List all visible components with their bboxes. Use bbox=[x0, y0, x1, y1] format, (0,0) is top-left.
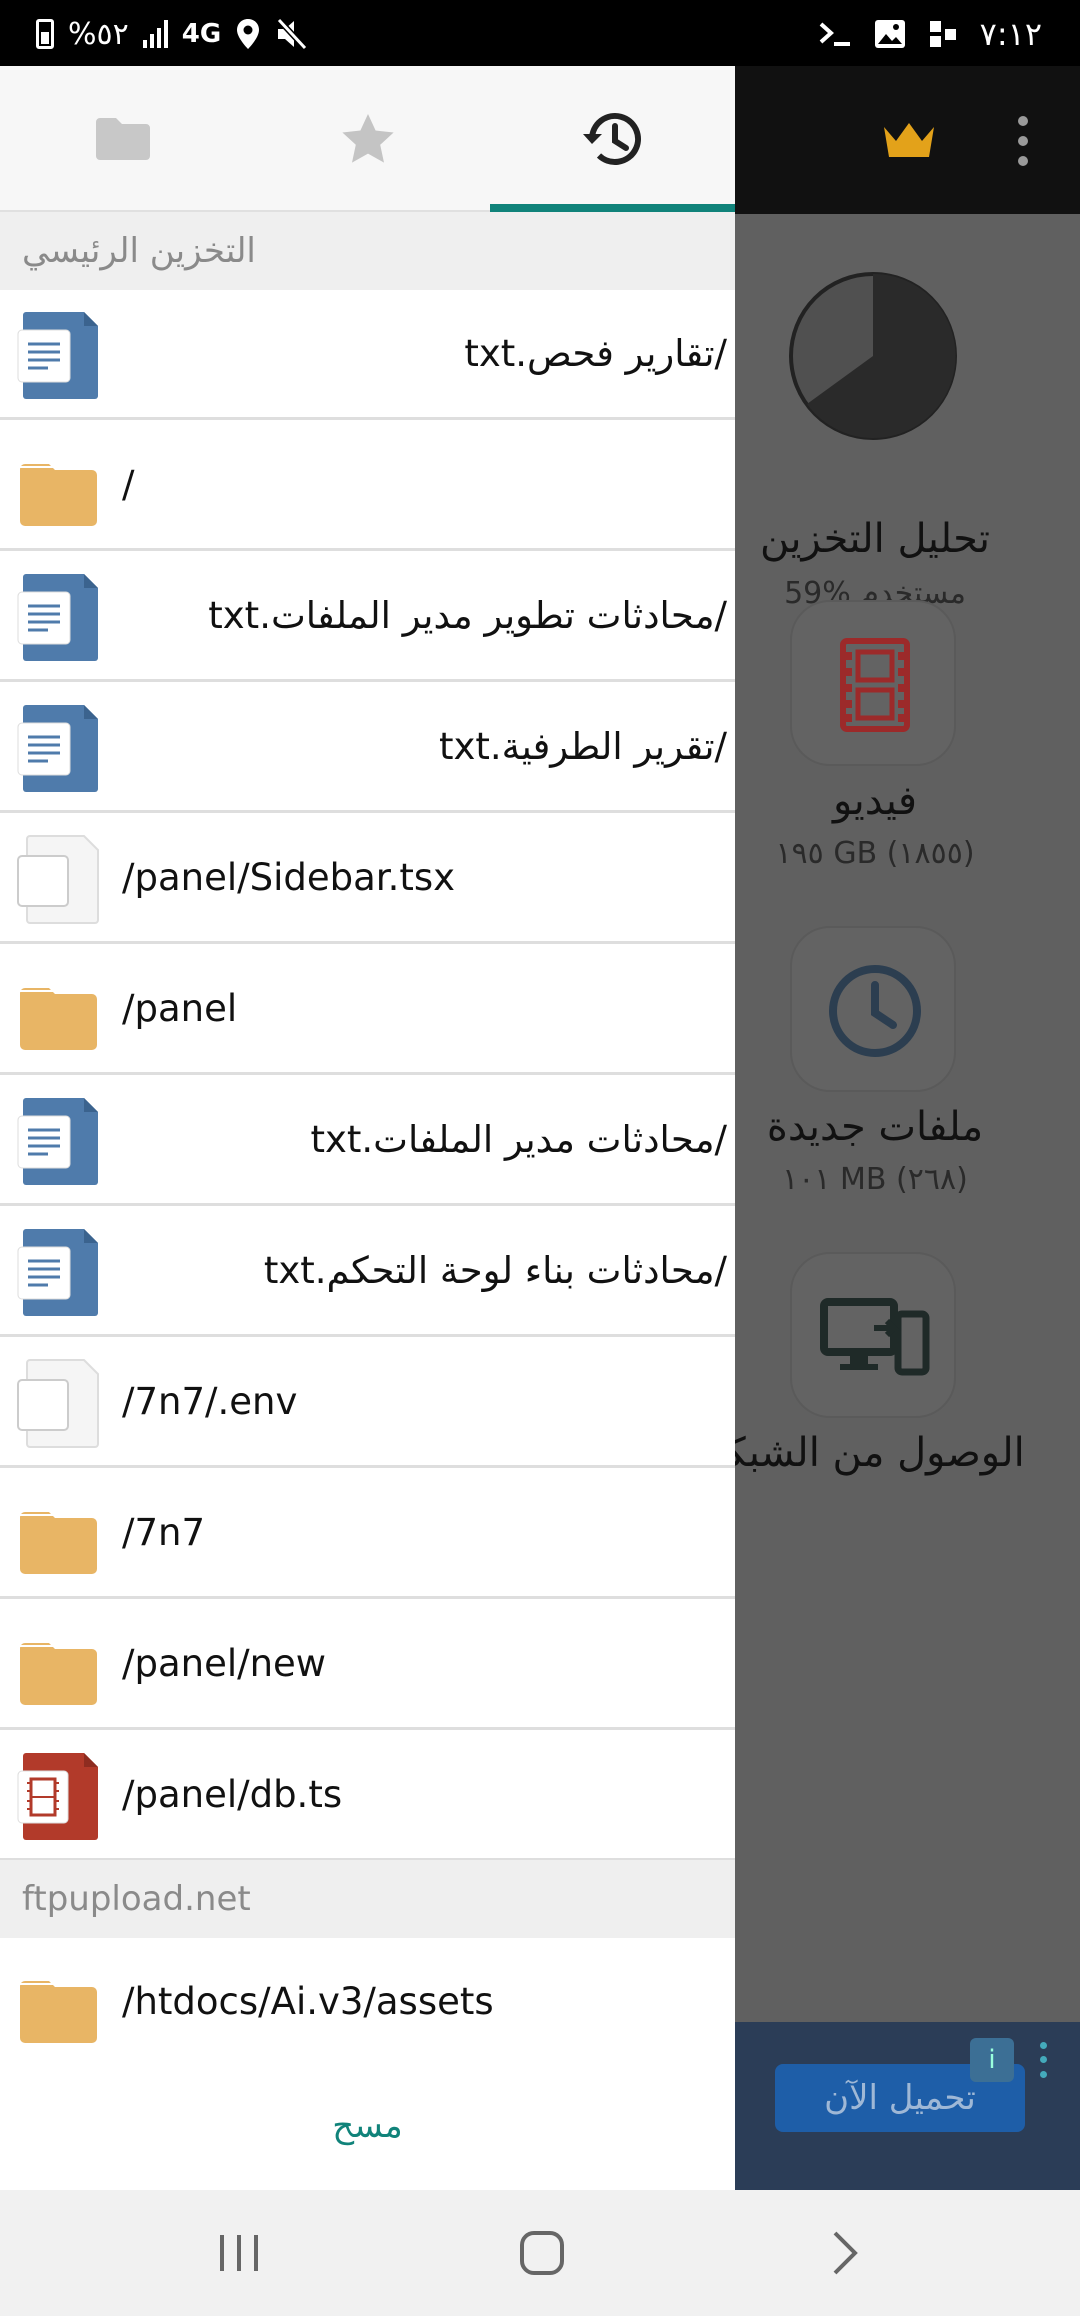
network-tile-box bbox=[790, 1252, 956, 1418]
tab-folders[interactable] bbox=[0, 66, 245, 212]
network-type: 4G bbox=[181, 19, 222, 49]
text-file-icon bbox=[16, 572, 100, 662]
item-path: /محادثات تطوير مدير الملفات.txt bbox=[208, 594, 727, 637]
clock-icon bbox=[829, 965, 921, 1057]
folder-icon bbox=[16, 441, 100, 531]
tile-subtitle: ١٩٥ GB (١٨٥٥) bbox=[775, 836, 975, 871]
list-item[interactable]: / bbox=[0, 421, 735, 551]
main-toolbar bbox=[735, 66, 1080, 214]
history-icon bbox=[582, 112, 641, 165]
text-file-icon bbox=[16, 1096, 100, 1186]
list-item[interactable]: /محادثات تطوير مدير الملفات.txt bbox=[0, 552, 735, 682]
tile-title: تحليل التخزين bbox=[759, 516, 991, 562]
section-header-main-storage: التخزين الرئيسي bbox=[0, 212, 735, 290]
list-item[interactable]: /panel/new bbox=[0, 1600, 735, 1730]
tile-title: ملفات جديدة bbox=[766, 1104, 984, 1150]
item-path: /محادثات بناء لوحة التحكم.txt bbox=[263, 1249, 727, 1292]
item-path: /panel bbox=[122, 987, 238, 1030]
tile-title: فيديو bbox=[833, 778, 917, 824]
text-file-icon bbox=[16, 310, 100, 400]
tile-title: الوصول من الشبكة bbox=[735, 1430, 1025, 1476]
video-tile-box bbox=[790, 600, 956, 766]
pie-chart-icon bbox=[789, 272, 957, 440]
crown-icon[interactable] bbox=[882, 119, 936, 159]
ad-banner[interactable]: تحميل الآن i bbox=[735, 2022, 1080, 2190]
folder-icon bbox=[16, 1620, 100, 1710]
folder-icon bbox=[16, 1958, 100, 2048]
mute-icon bbox=[276, 18, 308, 50]
text-file-icon bbox=[16, 1227, 100, 1317]
item-path: / bbox=[122, 463, 135, 506]
home-icon[interactable] bbox=[507, 2220, 577, 2286]
location-icon bbox=[237, 19, 260, 49]
ad-more-icon[interactable] bbox=[1027, 2038, 1059, 2082]
folder-icon bbox=[95, 118, 150, 160]
list-item[interactable]: /محادثات بناء لوحة التحكم.txt bbox=[0, 1207, 735, 1337]
item-path: /محادثات مدير الملفات.txt bbox=[310, 1118, 728, 1161]
image-icon bbox=[874, 20, 905, 48]
item-path: /panel/Sidebar.tsx bbox=[122, 856, 456, 899]
star-icon bbox=[341, 114, 394, 163]
video-file-icon bbox=[16, 1751, 100, 1841]
list-item[interactable]: /7n7/.env bbox=[0, 1338, 735, 1468]
main-screen-dimmed: تحليل التخزين 59% مستخدم فيديو ١٩٥ GB (١… bbox=[735, 66, 1080, 2190]
item-path: /تقرير الطرفية.txt bbox=[438, 725, 727, 768]
drawer-tabs bbox=[0, 66, 735, 214]
section-header-ftp: ftpupload.net bbox=[0, 1860, 735, 1938]
app-notification-icon bbox=[929, 21, 956, 47]
item-path: /7n7/.env bbox=[122, 1380, 298, 1423]
list-item[interactable]: /htdocs/Ai.v3/assets bbox=[0, 1938, 735, 2068]
list-item[interactable]: /panel/Sidebar.tsx bbox=[0, 814, 735, 944]
ad-info-icon[interactable]: i bbox=[970, 2038, 1014, 2082]
clock-time: ٧:١٢ bbox=[979, 15, 1042, 53]
clear-area: مسح bbox=[0, 2062, 735, 2190]
item-path: /panel/new bbox=[122, 1642, 327, 1685]
battery-percent: %٥٢ bbox=[68, 16, 129, 52]
list-item[interactable]: /محادثات مدير الملفات.txt bbox=[0, 1076, 735, 1206]
tab-history[interactable] bbox=[490, 66, 735, 214]
tile-subtitle: ١٠١ MB (٢٦٨) bbox=[782, 1162, 968, 1197]
more-options-icon[interactable] bbox=[1017, 116, 1029, 166]
file-icon bbox=[16, 834, 100, 924]
clear-history-button[interactable]: مسح bbox=[332, 2106, 403, 2146]
film-icon bbox=[840, 638, 910, 732]
item-path: /7n7 bbox=[122, 1511, 205, 1554]
item-path: /htdocs/Ai.v3/assets bbox=[122, 1980, 494, 2023]
network-devices-icon bbox=[820, 1298, 930, 1376]
signal-icon bbox=[142, 20, 168, 48]
list-item[interactable]: /panel bbox=[0, 945, 735, 1075]
folder-icon bbox=[16, 965, 100, 1055]
tab-favorites[interactable] bbox=[245, 66, 490, 212]
item-path: /panel/db.ts bbox=[122, 1773, 343, 1816]
text-file-icon bbox=[16, 703, 100, 793]
recent-files-drawer: التخزين الرئيسي /تقارير فحص.txt / /محادثات… bbox=[0, 66, 735, 2190]
item-path: /تقارير فحص.txt bbox=[464, 332, 727, 375]
new-files-tile-box bbox=[790, 926, 956, 1092]
list-item[interactable]: /تقارير فحص.txt bbox=[0, 290, 735, 420]
back-icon[interactable] bbox=[810, 2220, 880, 2286]
file-icon bbox=[16, 1358, 100, 1448]
list-item[interactable]: /تقرير الطرفية.txt bbox=[0, 683, 735, 813]
folder-icon bbox=[16, 1489, 100, 1579]
terminal-icon bbox=[819, 22, 850, 46]
list-item[interactable]: /panel/db.ts bbox=[0, 1731, 735, 1861]
battery-icon bbox=[36, 19, 54, 49]
list-item[interactable]: /7n7 bbox=[0, 1469, 735, 1599]
status-bar: %٥٢ 4G ٧:١٢ bbox=[0, 0, 1080, 66]
system-nav-bar bbox=[0, 2190, 1080, 2316]
recent-apps-icon[interactable] bbox=[204, 2220, 274, 2286]
